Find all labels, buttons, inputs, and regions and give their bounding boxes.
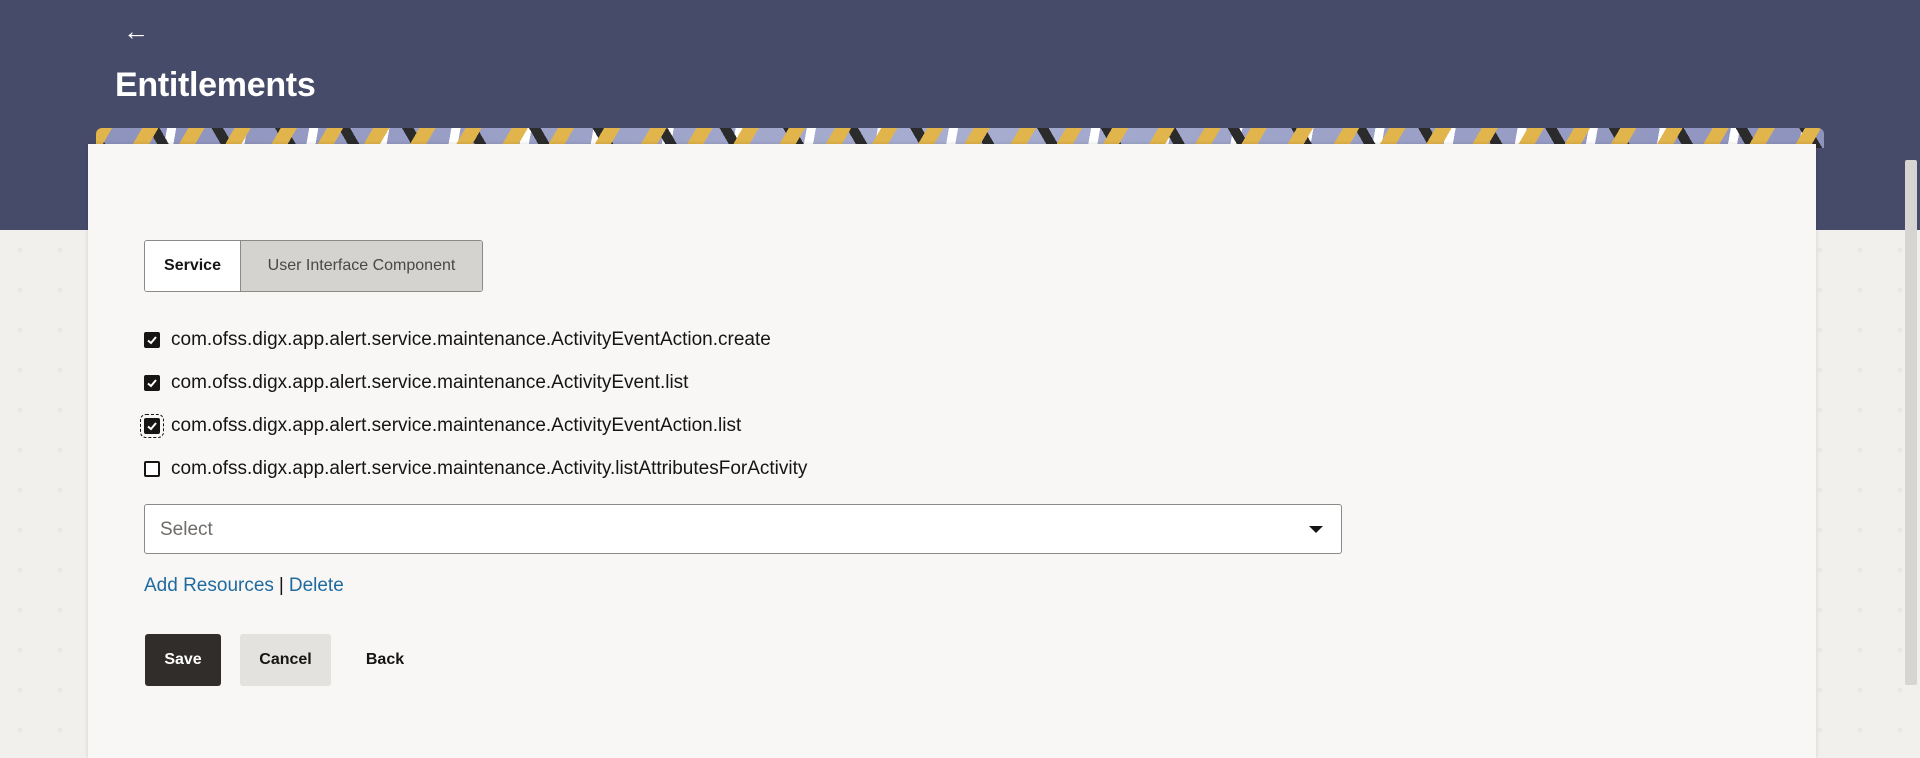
select-placeholder: Select [160, 519, 213, 540]
tab-bar: Service User Interface Component [144, 240, 483, 292]
service-label: com.ofss.digx.app.alert.service.maintena… [171, 457, 808, 479]
back-arrow-icon[interactable]: ← [121, 16, 151, 46]
link-separator: | [278, 575, 284, 596]
page-scrollbar[interactable] [1905, 160, 1917, 685]
service-row[interactable]: com.ofss.digx.app.alert.service.maintena… [144, 318, 807, 361]
save-button[interactable]: Save [145, 634, 221, 686]
delete-link[interactable]: Delete [289, 575, 344, 596]
service-row[interactable]: com.ofss.digx.app.alert.service.maintena… [140, 404, 807, 447]
cancel-button[interactable]: Cancel [240, 634, 331, 686]
checkmark-icon [147, 421, 157, 430]
resource-select[interactable]: Select [144, 504, 1342, 554]
service-row[interactable]: com.ofss.digx.app.alert.service.maintena… [144, 361, 807, 404]
service-checkbox[interactable] [144, 331, 160, 348]
back-button[interactable]: Back [347, 634, 423, 686]
service-checkbox[interactable] [144, 374, 160, 391]
service-checkbox[interactable] [140, 413, 164, 438]
service-checkbox[interactable] [144, 460, 160, 477]
add-resources-link[interactable]: Add Resources [144, 575, 274, 596]
resource-links: Add Resources | Delete [144, 575, 344, 597]
service-row[interactable]: com.ofss.digx.app.alert.service.maintena… [144, 447, 807, 490]
service-label: com.ofss.digx.app.alert.service.maintena… [171, 371, 689, 393]
service-label: com.ofss.digx.app.alert.service.maintena… [171, 328, 771, 350]
tab-service[interactable]: Service [145, 241, 241, 291]
checkmark-icon [147, 378, 157, 387]
checkmark-icon [147, 335, 157, 344]
service-checkbox-list: com.ofss.digx.app.alert.service.maintena… [140, 318, 807, 490]
tab-user-interface-component[interactable]: User Interface Component [241, 241, 482, 291]
entitlements-card: Service User Interface Component com.ofs… [88, 144, 1816, 758]
chevron-down-icon[interactable] [1309, 526, 1323, 533]
service-label: com.ofss.digx.app.alert.service.maintena… [171, 414, 742, 436]
page-title: Entitlements [115, 66, 316, 104]
